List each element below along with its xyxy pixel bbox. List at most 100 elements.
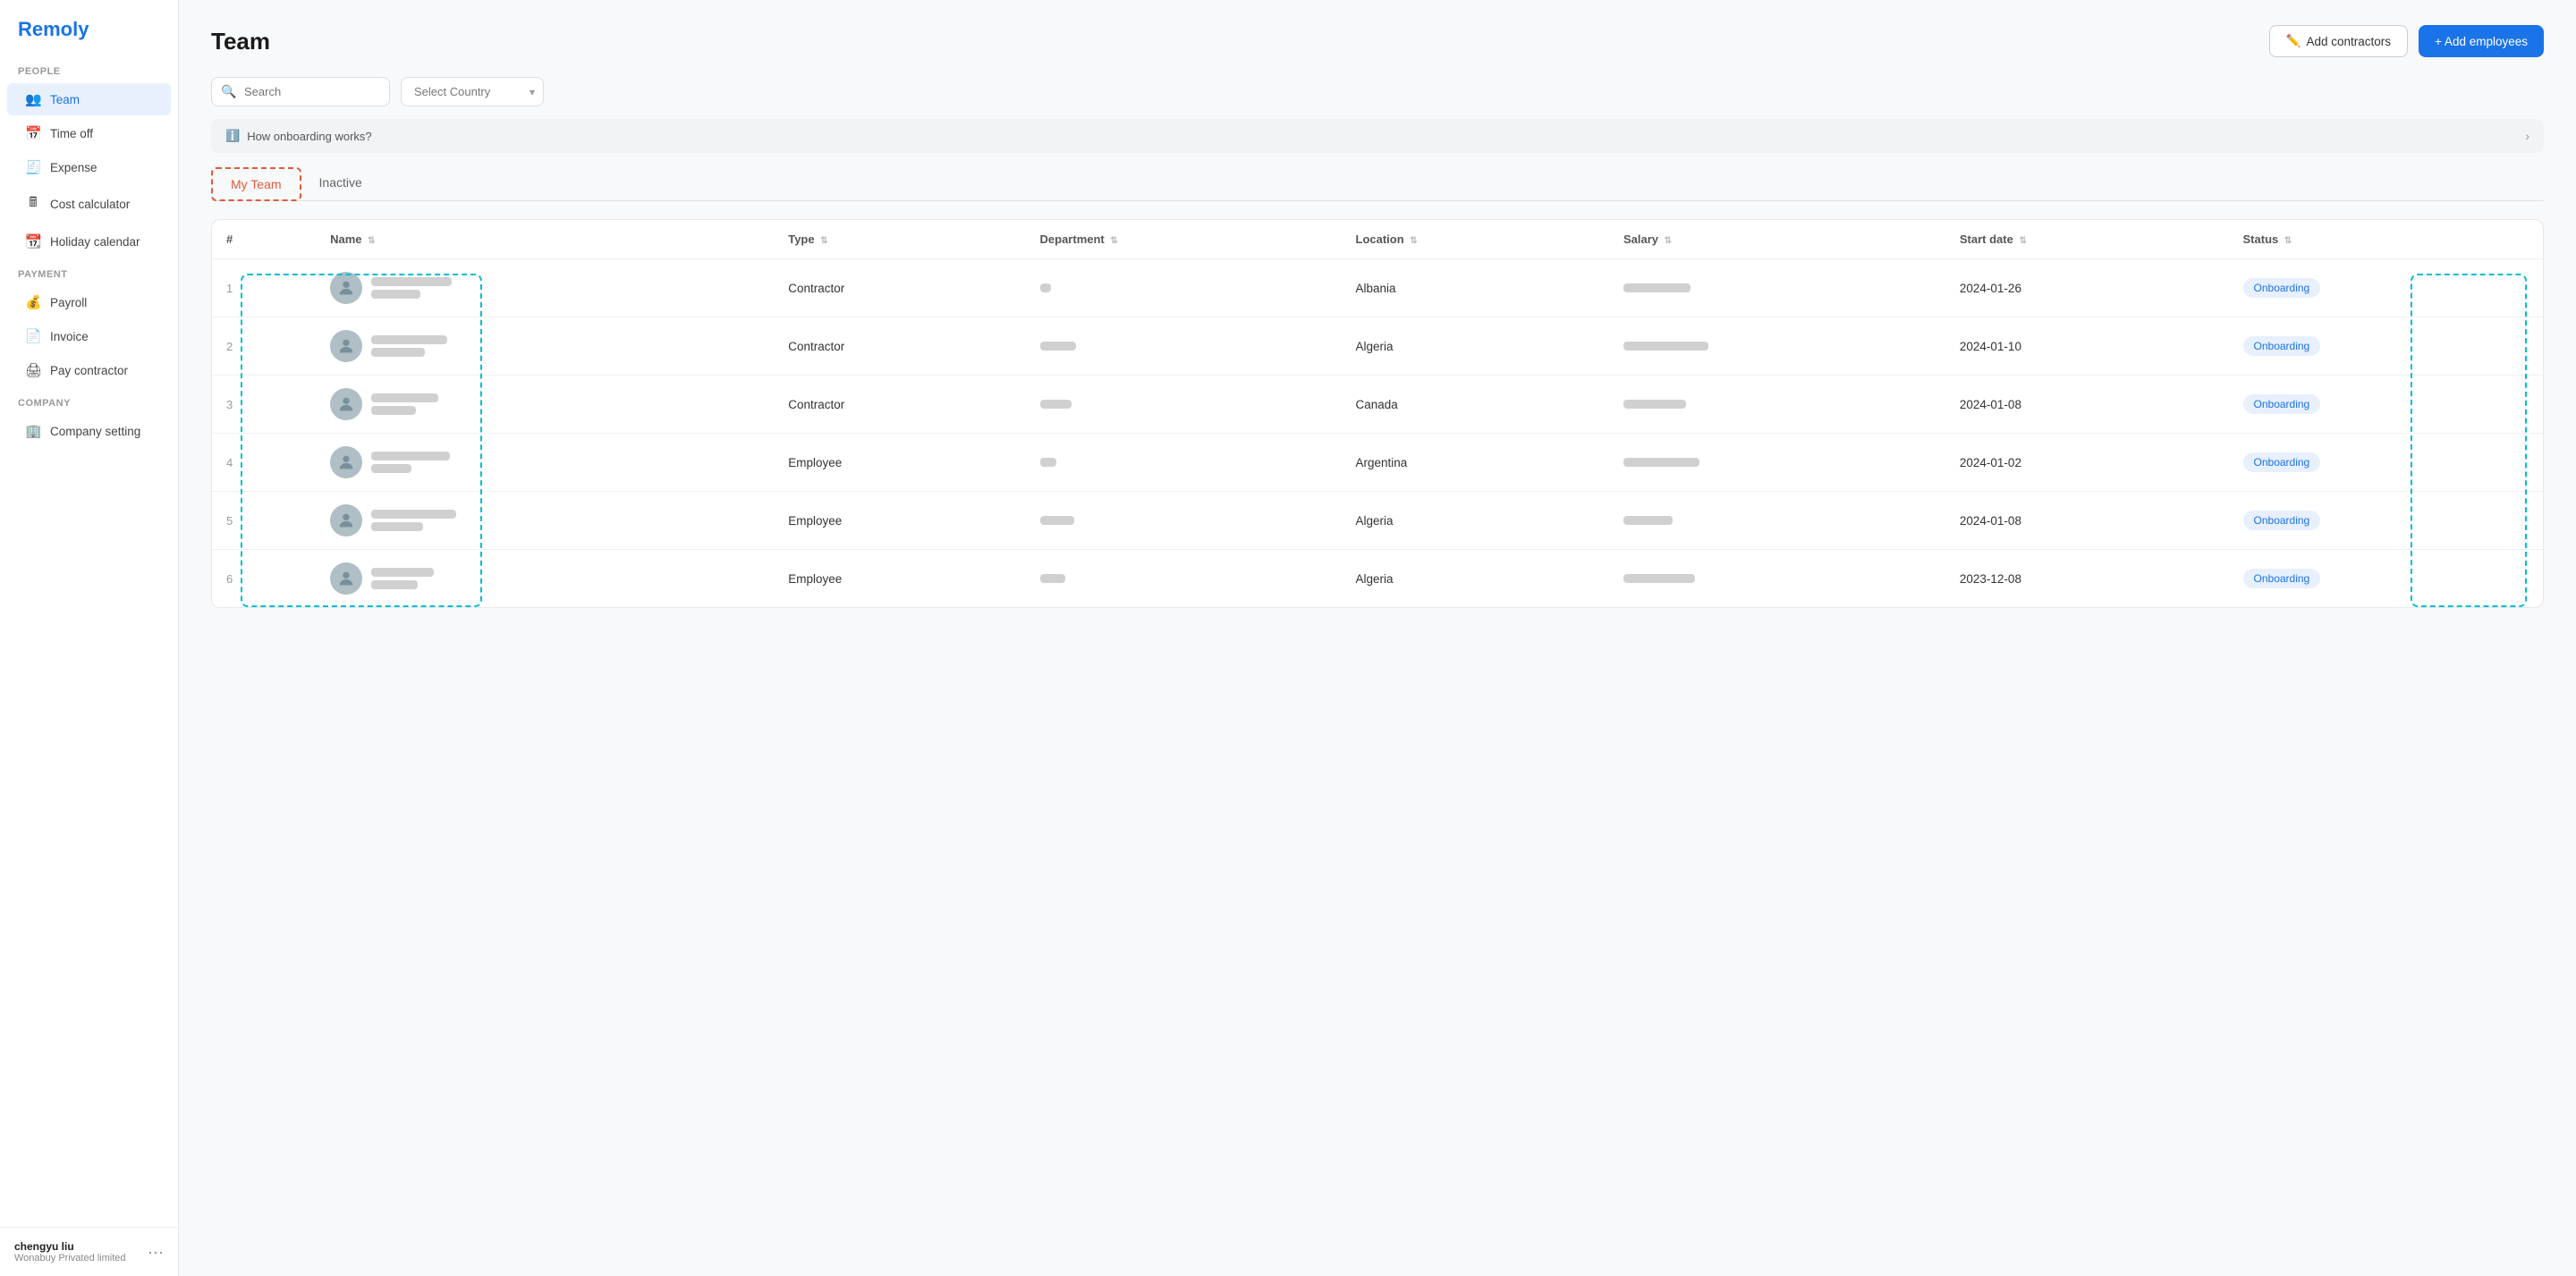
cell-department [1026,317,1342,376]
col-header-status[interactable]: Status ⇅ [2229,220,2543,259]
status-badge: Onboarding [2243,452,2321,472]
team-table: # Name ⇅ Type ⇅ Department ⇅ Location ⇅ … [212,220,2543,607]
cell-name [316,259,774,317]
sidebar-item-time-off[interactable]: 📅 Time off [7,117,171,149]
cell-type: Contractor [774,259,1025,317]
sidebar-item-label: Payroll [50,296,87,309]
cell-department [1026,376,1342,434]
invoice-icon: 📄 [25,328,41,344]
cell-status: Onboarding [2229,259,2543,317]
table-row[interactable]: 1ContractorAlbania2024-01-26Onboarding [212,259,2543,317]
cell-type: Employee [774,492,1025,550]
sidebar-item-holiday-calendar[interactable]: 📆 Holiday calendar [7,225,171,258]
sidebar-user: chengyu liu Wonabuy Privated limited ··· [0,1227,178,1276]
cell-name [316,550,774,608]
col-header-salary[interactable]: Salary ⇅ [1609,220,1945,259]
sidebar-item-expense[interactable]: 🧾 Expense [7,151,171,183]
country-select[interactable]: Select Country [401,77,544,106]
cell-start-date: 2024-01-08 [1945,376,2229,434]
info-banner-text: How onboarding works? [247,130,371,143]
team-icon: 👥 [25,91,41,107]
col-header-department[interactable]: Department ⇅ [1026,220,1342,259]
header-actions: ✏️ Add contractors + Add employees [2269,25,2544,57]
sort-icon-start: ⇅ [2019,236,2026,246]
sidebar-item-label: Pay contractor [50,364,128,377]
avatar [330,562,362,595]
add-contractors-button[interactable]: ✏️ Add contractors [2269,25,2408,57]
avatar [330,272,362,304]
status-badge: Onboarding [2243,394,2321,414]
sidebar-item-payroll[interactable]: 💰 Payroll [7,286,171,318]
section-label-payment: PAYMENT [0,258,178,285]
cell-location: Argentina [1342,434,1609,492]
col-header-name[interactable]: Name ⇅ [316,220,774,259]
section-label-company: COMPANY [0,387,178,414]
sidebar: Remoly PEOPLE 👥 Team 📅 Time off 🧾 Expens… [0,0,179,1276]
section-label-people: PEOPLE [0,55,178,82]
col-header-start-date[interactable]: Start date ⇅ [1945,220,2229,259]
cell-location: Algeria [1342,550,1609,608]
table-row[interactable]: 2ContractorAlgeria2024-01-10Onboarding [212,317,2543,376]
cell-start-date: 2024-01-08 [1945,492,2229,550]
tab-my-team[interactable]: My Team [211,167,301,201]
col-header-type[interactable]: Type ⇅ [774,220,1025,259]
cell-location: Albania [1342,259,1609,317]
table-row[interactable]: 4EmployeeArgentina2024-01-02Onboarding [212,434,2543,492]
page-header: Team ✏️ Add contractors + Add employees [211,25,2544,57]
add-employees-button[interactable]: + Add employees [2419,25,2544,57]
user-more-button[interactable]: ··· [148,1243,164,1262]
sort-icon-status: ⇅ [2284,236,2292,246]
user-name: chengyu liu [14,1240,126,1253]
sidebar-item-company-setting[interactable]: 🏢 Company setting [7,415,171,447]
time-off-icon: 📅 [25,125,41,141]
sidebar-item-label: Invoice [50,330,89,343]
col-header-location[interactable]: Location ⇅ [1342,220,1609,259]
cell-salary [1609,376,1945,434]
table-header-row: # Name ⇅ Type ⇅ Department ⇅ Location ⇅ … [212,220,2543,259]
expense-icon: 🧾 [25,159,41,175]
avatar [330,446,362,478]
company-icon: 🏢 [25,423,41,439]
sort-icon-type: ⇅ [820,236,827,246]
sidebar-item-label: Holiday calendar [50,235,140,249]
cell-department [1026,550,1342,608]
cell-num: 2 [212,317,316,376]
tab-inactive[interactable]: Inactive [301,167,380,201]
calculator-icon: 🖩 [25,193,41,215]
sidebar-item-label: Time off [50,127,93,140]
table-row[interactable]: 6EmployeeAlgeria2023-12-08Onboarding [212,550,2543,608]
sidebar-item-team[interactable]: 👥 Team [7,83,171,115]
info-banner[interactable]: ℹ️ How onboarding works? › [211,119,2544,153]
cell-location: Algeria [1342,317,1609,376]
sidebar-item-label: Company setting [50,425,140,438]
cell-num: 4 [212,434,316,492]
cell-salary [1609,434,1945,492]
user-info: chengyu liu Wonabuy Privated limited [14,1240,126,1263]
sidebar-item-pay-contractor[interactable]: 🖨 Pay contractor [7,354,171,386]
add-contractors-label: Add contractors [2307,35,2392,48]
cell-name [316,492,774,550]
contractor-icon: ✏️ [2286,34,2301,48]
cell-name [316,434,774,492]
payroll-icon: 💰 [25,294,41,310]
cell-type: Contractor [774,317,1025,376]
cell-location: Canada [1342,376,1609,434]
cell-status: Onboarding [2229,550,2543,608]
table-row[interactable]: 5EmployeeAlgeria2024-01-08Onboarding [212,492,2543,550]
sidebar-item-invoice[interactable]: 📄 Invoice [7,320,171,352]
calendar-icon: 📆 [25,233,41,249]
filters-row: 🔍 Select Country ▾ [211,77,2544,106]
search-icon: 🔍 [221,84,236,99]
cell-location: Algeria [1342,492,1609,550]
sidebar-item-label: Expense [50,161,97,174]
sort-icon-dept: ⇅ [1110,236,1117,246]
status-badge: Onboarding [2243,569,2321,588]
sidebar-item-cost-calculator[interactable]: 🖩 Cost calculator [7,185,171,224]
search-input[interactable] [211,77,390,106]
table-row[interactable]: 3ContractorCanada2024-01-08Onboarding [212,376,2543,434]
app-logo[interactable]: Remoly [0,0,178,55]
cell-status: Onboarding [2229,317,2543,376]
cell-type: Contractor [774,376,1025,434]
info-icon: ℹ️ [225,129,240,143]
avatar [330,330,362,362]
